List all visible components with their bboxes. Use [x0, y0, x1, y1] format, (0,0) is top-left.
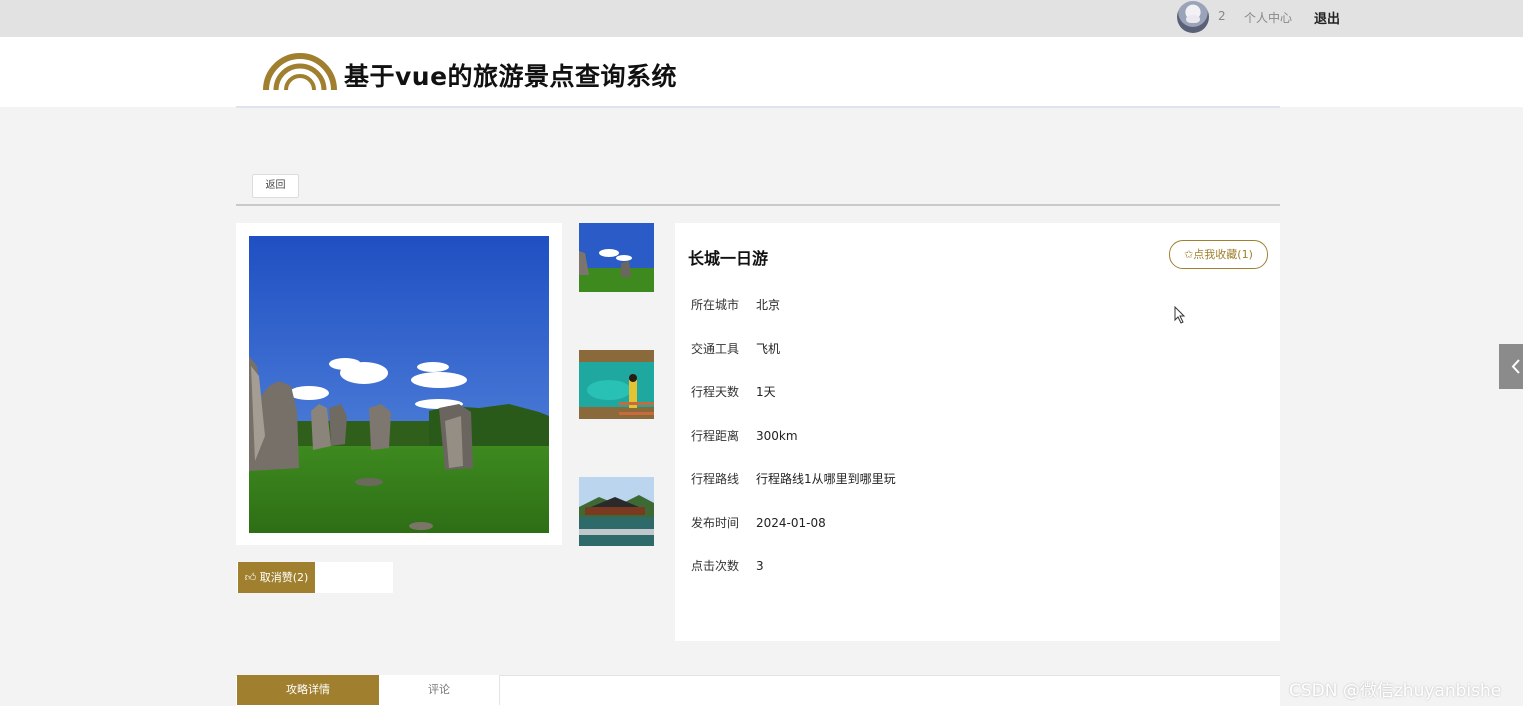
- attraction-title: 长城一日游: [688, 249, 769, 268]
- field-value: 行程路线1从哪里到哪里玩: [756, 472, 896, 486]
- profile-link[interactable]: 个人中心: [1244, 9, 1292, 26]
- field-label: 行程路线: [691, 472, 740, 486]
- detail-row: 发布时间 2024-01-08: [691, 514, 826, 531]
- field-value: 300km: [756, 429, 798, 443]
- field-label: 发布时间: [691, 516, 740, 530]
- tab-comments[interactable]: 评论: [379, 675, 500, 705]
- chevron-left-icon: [1511, 359, 1520, 374]
- favorite-button[interactable]: ✩点我收藏(1): [1169, 240, 1268, 269]
- detail-row: 行程路线 行程路线1从哪里到哪里玩: [691, 470, 896, 487]
- site-header: [0, 37, 1523, 107]
- detail-row: 所在城市 北京: [691, 296, 780, 313]
- side-toggle-button[interactable]: [1499, 344, 1523, 389]
- field-label: 交通工具: [691, 342, 740, 356]
- field-value: 1天: [756, 385, 776, 399]
- detail-row: 点击次数 3: [691, 557, 764, 574]
- unlike-button[interactable]: 👍︎ 取消赞(2): [238, 562, 315, 593]
- field-label: 所在城市: [691, 298, 740, 312]
- header-divider: [236, 106, 1280, 108]
- back-button[interactable]: 返回: [252, 174, 299, 198]
- field-value: 飞机: [756, 342, 781, 356]
- logo-icon: [263, 53, 337, 91]
- thumbnail-2[interactable]: [579, 350, 654, 419]
- thumbnail-3[interactable]: [579, 477, 654, 546]
- avatar[interactable]: [1177, 1, 1209, 33]
- mouse-cursor-icon: [1174, 306, 1186, 324]
- field-label: 行程天数: [691, 385, 740, 399]
- unlike-label: 取消赞(2): [259, 571, 309, 584]
- detail-row: 交通工具 飞机: [691, 340, 780, 357]
- watermark: CSDN @微信zhuyanbishe: [1289, 681, 1502, 701]
- field-label: 点击次数: [691, 559, 740, 573]
- field-value: 3: [756, 559, 764, 573]
- main-image: [249, 236, 549, 533]
- detail-row: 行程距离 300km: [691, 427, 798, 444]
- logout-button[interactable]: 退出: [1314, 8, 1340, 27]
- field-value: 北京: [756, 298, 781, 312]
- site-title: 基于vue的旅游景点查询系统: [344, 62, 678, 91]
- field-value: 2024-01-08: [756, 516, 826, 530]
- thumbnail-1[interactable]: [579, 223, 654, 292]
- top-bar: [0, 0, 1523, 37]
- username-label: 2: [1218, 9, 1226, 23]
- thumbs-up-icon: 👍︎: [244, 571, 260, 584]
- tab-guide-details[interactable]: 攻略详情: [237, 675, 379, 705]
- section-divider: [236, 204, 1280, 206]
- detail-row: 行程天数 1天: [691, 383, 776, 400]
- field-label: 行程距离: [691, 429, 740, 443]
